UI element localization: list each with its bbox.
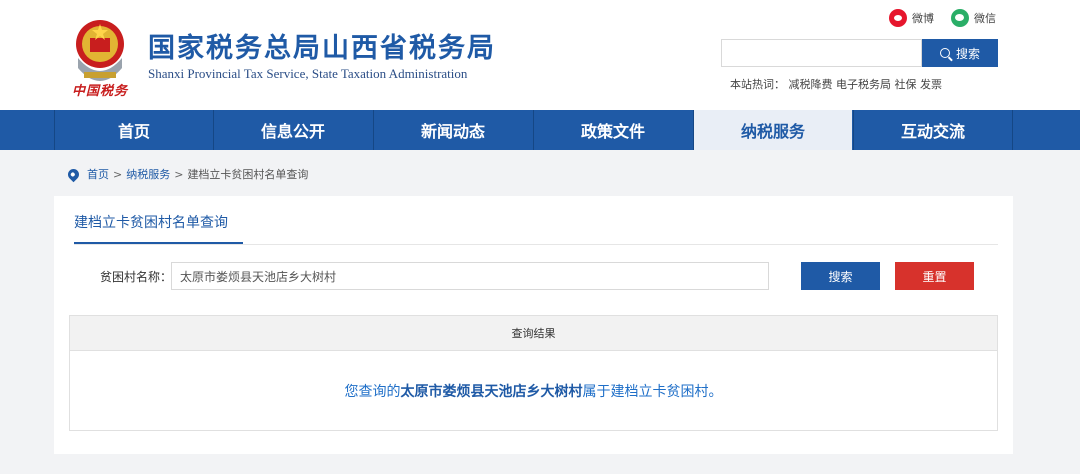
search-button[interactable]: 搜索 [801, 262, 880, 290]
nav-item-home[interactable]: 首页 [54, 110, 213, 150]
breadcrumb-home[interactable]: 首页 [87, 166, 109, 182]
wechat-link[interactable]: 微信 [951, 8, 996, 28]
search-icon [939, 48, 950, 58]
emblem-caption: 中国税务 [72, 84, 129, 99]
result-village-name: 太原市娄烦县天池店乡大树村 [400, 383, 583, 400]
village-name-label: 贫困村名称： [100, 270, 173, 284]
nav-item-news[interactable]: 新闻动态 [373, 110, 532, 150]
tab-poverty-village-query[interactable]: 建档立卡贫困村名单查询 [74, 212, 228, 232]
nav-item-interaction[interactable]: 互动交流 [853, 110, 1012, 150]
nav-item-tax-service[interactable]: 纳税服务 [693, 110, 852, 150]
nav-item-policy[interactable]: 政策文件 [533, 110, 692, 150]
site-subtitle: Shanxi Provincial Tax Service, State Tax… [148, 66, 468, 81]
breadcrumb-separator: > [113, 167, 123, 181]
result-message: 您查询的 太原市娄烦县天池店乡大树村 属于建档立卡贫困村。 [70, 351, 997, 430]
weibo-icon [889, 9, 907, 27]
query-card: 建档立卡贫困村名单查询 贫困村名称： 太原市娄烦县天池店乡大树村 搜索 重置 查… [54, 196, 1013, 454]
site-search-button[interactable]: 搜索 [922, 39, 998, 67]
weibo-label: 微博 [912, 12, 934, 25]
result-header: 查询结果 [70, 316, 997, 351]
location-pin-icon [65, 166, 82, 182]
reset-button[interactable]: 重置 [895, 262, 974, 290]
hot-words: 本站热词： 减税降费 电子税务局 社保 发票 [730, 78, 942, 91]
site-title: 国家税务总局山西省税务局 [148, 33, 496, 64]
village-name-input[interactable]: 太原市娄烦县天池店乡大树村 [171, 262, 769, 290]
site-header: 中国税务 国家税务总局山西省税务局 Shanxi Provincial Tax … [0, 0, 1080, 110]
site-search-button-label: 搜索 [955, 46, 980, 61]
breadcrumb-tax-service[interactable]: 纳税服务 [126, 166, 170, 182]
breadcrumb: 首页 > 纳税服务 > 建档立卡贫困村名单查询 [65, 166, 309, 182]
nav-item-info[interactable]: 信息公开 [213, 110, 372, 150]
breadcrumb-current: 建档立卡贫困村名单查询 [187, 168, 309, 181]
weibo-link[interactable]: 微博 [889, 8, 934, 28]
site-search-input[interactable] [721, 39, 922, 67]
result-panel: 查询结果 您查询的 太原市娄烦县天池店乡大树村 属于建档立卡贫困村。 [69, 315, 998, 431]
wechat-icon [951, 9, 969, 27]
wechat-label: 微信 [974, 12, 996, 25]
nav-divider [1012, 110, 1013, 150]
result-suffix: 属于建档立卡贫困村。 [582, 383, 723, 400]
result-prefix: 您查询的 [344, 383, 401, 400]
tab-divider [74, 244, 998, 245]
breadcrumb-separator: > [174, 167, 184, 181]
main-nav: 首页 信息公开 新闻动态 政策文件 纳税服务 互动交流 [0, 110, 1080, 150]
